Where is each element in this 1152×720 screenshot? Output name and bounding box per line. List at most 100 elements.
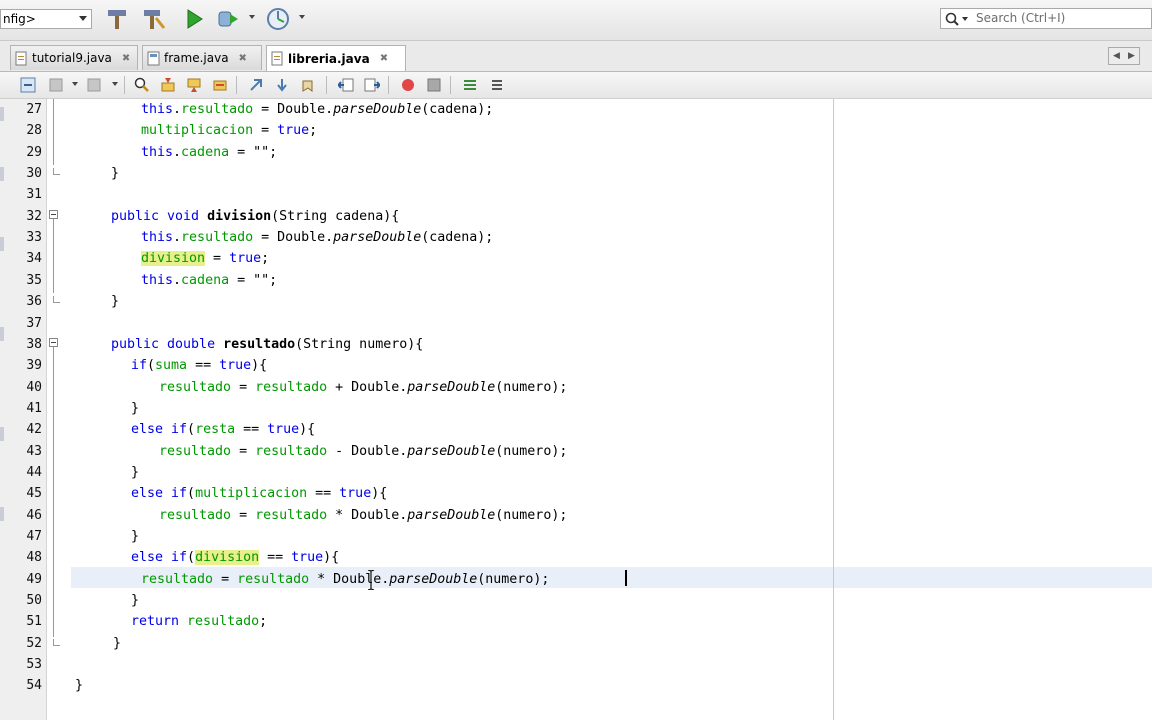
config-dropdown[interactable]: nfig> xyxy=(0,9,92,29)
code-line[interactable]: } xyxy=(71,462,139,483)
tab-frame[interactable]: frame.java ✖ xyxy=(142,45,262,70)
code-line[interactable]: } xyxy=(71,526,139,547)
previous-bookmark-icon[interactable] xyxy=(246,75,266,95)
code-line[interactable]: else if(multiplicacion == true){ xyxy=(71,483,387,504)
code-line[interactable]: resultado = resultado - Double.parseDoub… xyxy=(71,441,567,462)
close-icon[interactable]: ✖ xyxy=(239,53,247,64)
search-box[interactable]: Search (Ctrl+I) xyxy=(940,8,1152,29)
line-number: 46 xyxy=(26,507,42,523)
code-token: resultado xyxy=(181,230,254,246)
code-token: ( xyxy=(187,422,196,438)
fold-toggle-icon[interactable] xyxy=(49,210,58,219)
shift-left-icon[interactable] xyxy=(336,75,356,95)
code-line[interactable]: resultado = resultado + Double.parseDoub… xyxy=(71,377,567,398)
profile-dropdown-arrow-icon[interactable] xyxy=(299,15,305,19)
find-icon[interactable] xyxy=(132,75,152,95)
code-token: . xyxy=(173,144,182,160)
code-token: else if xyxy=(131,422,188,438)
toggle-bookmark-icon[interactable] xyxy=(298,75,318,95)
line-number: 44 xyxy=(26,464,42,480)
forward-dropdown-arrow-icon[interactable] xyxy=(112,82,118,86)
code-line[interactable]: this.resultado = Double.parseDouble(cade… xyxy=(71,227,493,248)
fold-guide xyxy=(53,219,54,293)
code-token: parseDouble xyxy=(407,507,496,523)
line-number: 29 xyxy=(26,144,42,160)
line-number: 31 xyxy=(26,187,42,203)
toggle-highlight-icon[interactable] xyxy=(210,75,230,95)
line-number: 40 xyxy=(26,379,42,395)
tab-label: libreria.java xyxy=(288,51,370,66)
code-token: (numero); xyxy=(495,507,568,523)
code-token: == xyxy=(259,550,292,566)
line-number: 35 xyxy=(26,272,42,288)
code-line[interactable]: else if(resta == true){ xyxy=(71,419,315,440)
comment-icon[interactable] xyxy=(460,75,480,95)
code-token: = xyxy=(253,123,278,139)
code-line[interactable]: multiplicacion = true; xyxy=(71,120,317,141)
code-token: } xyxy=(111,294,120,310)
arrow-right-icon[interactable]: ▶ xyxy=(1128,51,1135,61)
code-line[interactable]: } xyxy=(71,590,139,611)
code-token: ( xyxy=(147,358,156,374)
code-token: == xyxy=(187,358,220,374)
line-number: 54 xyxy=(26,678,42,694)
next-bookmark-icon[interactable] xyxy=(272,75,292,95)
tab-libreria[interactable]: libreria.java ✖ xyxy=(266,45,406,71)
code-line[interactable]: this.cadena = ""; xyxy=(71,270,277,291)
close-icon[interactable]: ✖ xyxy=(122,53,130,64)
tab-tutorial9[interactable]: tutorial9.java ✖ xyxy=(10,45,138,70)
code-line[interactable]: } xyxy=(71,291,119,312)
code-line[interactable]: } xyxy=(71,398,139,419)
code-line[interactable]: division = true; xyxy=(71,248,269,269)
find-next-icon[interactable] xyxy=(184,75,204,95)
fold-toggle-icon[interactable] xyxy=(49,338,58,347)
code-line[interactable]: } xyxy=(71,675,83,696)
code-token: resta xyxy=(195,422,236,438)
close-icon[interactable]: ✖ xyxy=(380,53,388,64)
code-line[interactable]: public double resultado(String numero){ xyxy=(71,334,423,355)
code-line[interactable]: public void division(String cadena){ xyxy=(71,206,399,227)
toolbar-separator xyxy=(388,76,389,94)
stop-macro-recording-icon[interactable] xyxy=(424,75,444,95)
code-token: * Double. xyxy=(327,507,408,523)
last-edit-icon[interactable] xyxy=(18,75,38,95)
tab-scroll-arrows[interactable]: ◀ ▶ xyxy=(1108,47,1140,65)
editor-toolbar xyxy=(0,72,1152,99)
shift-right-icon[interactable] xyxy=(362,75,382,95)
back-dropdown-arrow-icon[interactable] xyxy=(72,82,78,86)
fold-guide xyxy=(53,99,54,165)
back-icon[interactable] xyxy=(46,75,66,95)
code-line[interactable]: resultado = resultado * Double.parseDoub… xyxy=(71,505,567,526)
code-line[interactable]: this.cadena = ""; xyxy=(71,142,277,163)
code-line[interactable]: return resultado; xyxy=(71,611,267,632)
build-hammer-icon[interactable] xyxy=(104,6,130,32)
code-token: true xyxy=(277,123,310,139)
clean-build-icon[interactable] xyxy=(141,6,167,32)
code-token: true xyxy=(339,486,372,502)
code-line[interactable]: if(suma == true){ xyxy=(71,355,267,376)
code-token: = ""; xyxy=(229,144,278,160)
code-line[interactable]: else if(division == true){ xyxy=(71,547,339,568)
code-token: == xyxy=(235,422,268,438)
run-icon[interactable] xyxy=(181,6,207,32)
code-token: resultado xyxy=(255,379,328,395)
find-previous-icon[interactable] xyxy=(158,75,178,95)
debug-dropdown-arrow-icon[interactable] xyxy=(249,15,255,19)
toolbar-separator xyxy=(326,76,327,94)
code-line[interactable]: } xyxy=(71,633,121,654)
code-line[interactable]: this.resultado = Double.parseDouble(cade… xyxy=(71,99,493,120)
code-token: (cadena); xyxy=(421,102,494,117)
forward-icon[interactable] xyxy=(84,75,104,95)
code-token: (String cadena){ xyxy=(271,208,400,224)
start-macro-recording-icon[interactable] xyxy=(398,75,418,95)
arrow-left-icon[interactable]: ◀ xyxy=(1113,51,1120,61)
code-line[interactable]: resultado = resultado * Double.parseDoub… xyxy=(71,569,549,590)
search-icon[interactable] xyxy=(945,12,971,29)
profile-icon[interactable] xyxy=(265,6,291,32)
debug-icon[interactable] xyxy=(215,6,241,32)
text-caret xyxy=(625,570,627,586)
uncomment-icon[interactable] xyxy=(486,75,506,95)
line-number: 48 xyxy=(26,550,42,566)
code-line[interactable]: } xyxy=(71,163,119,184)
code-token: public double xyxy=(111,336,224,352)
